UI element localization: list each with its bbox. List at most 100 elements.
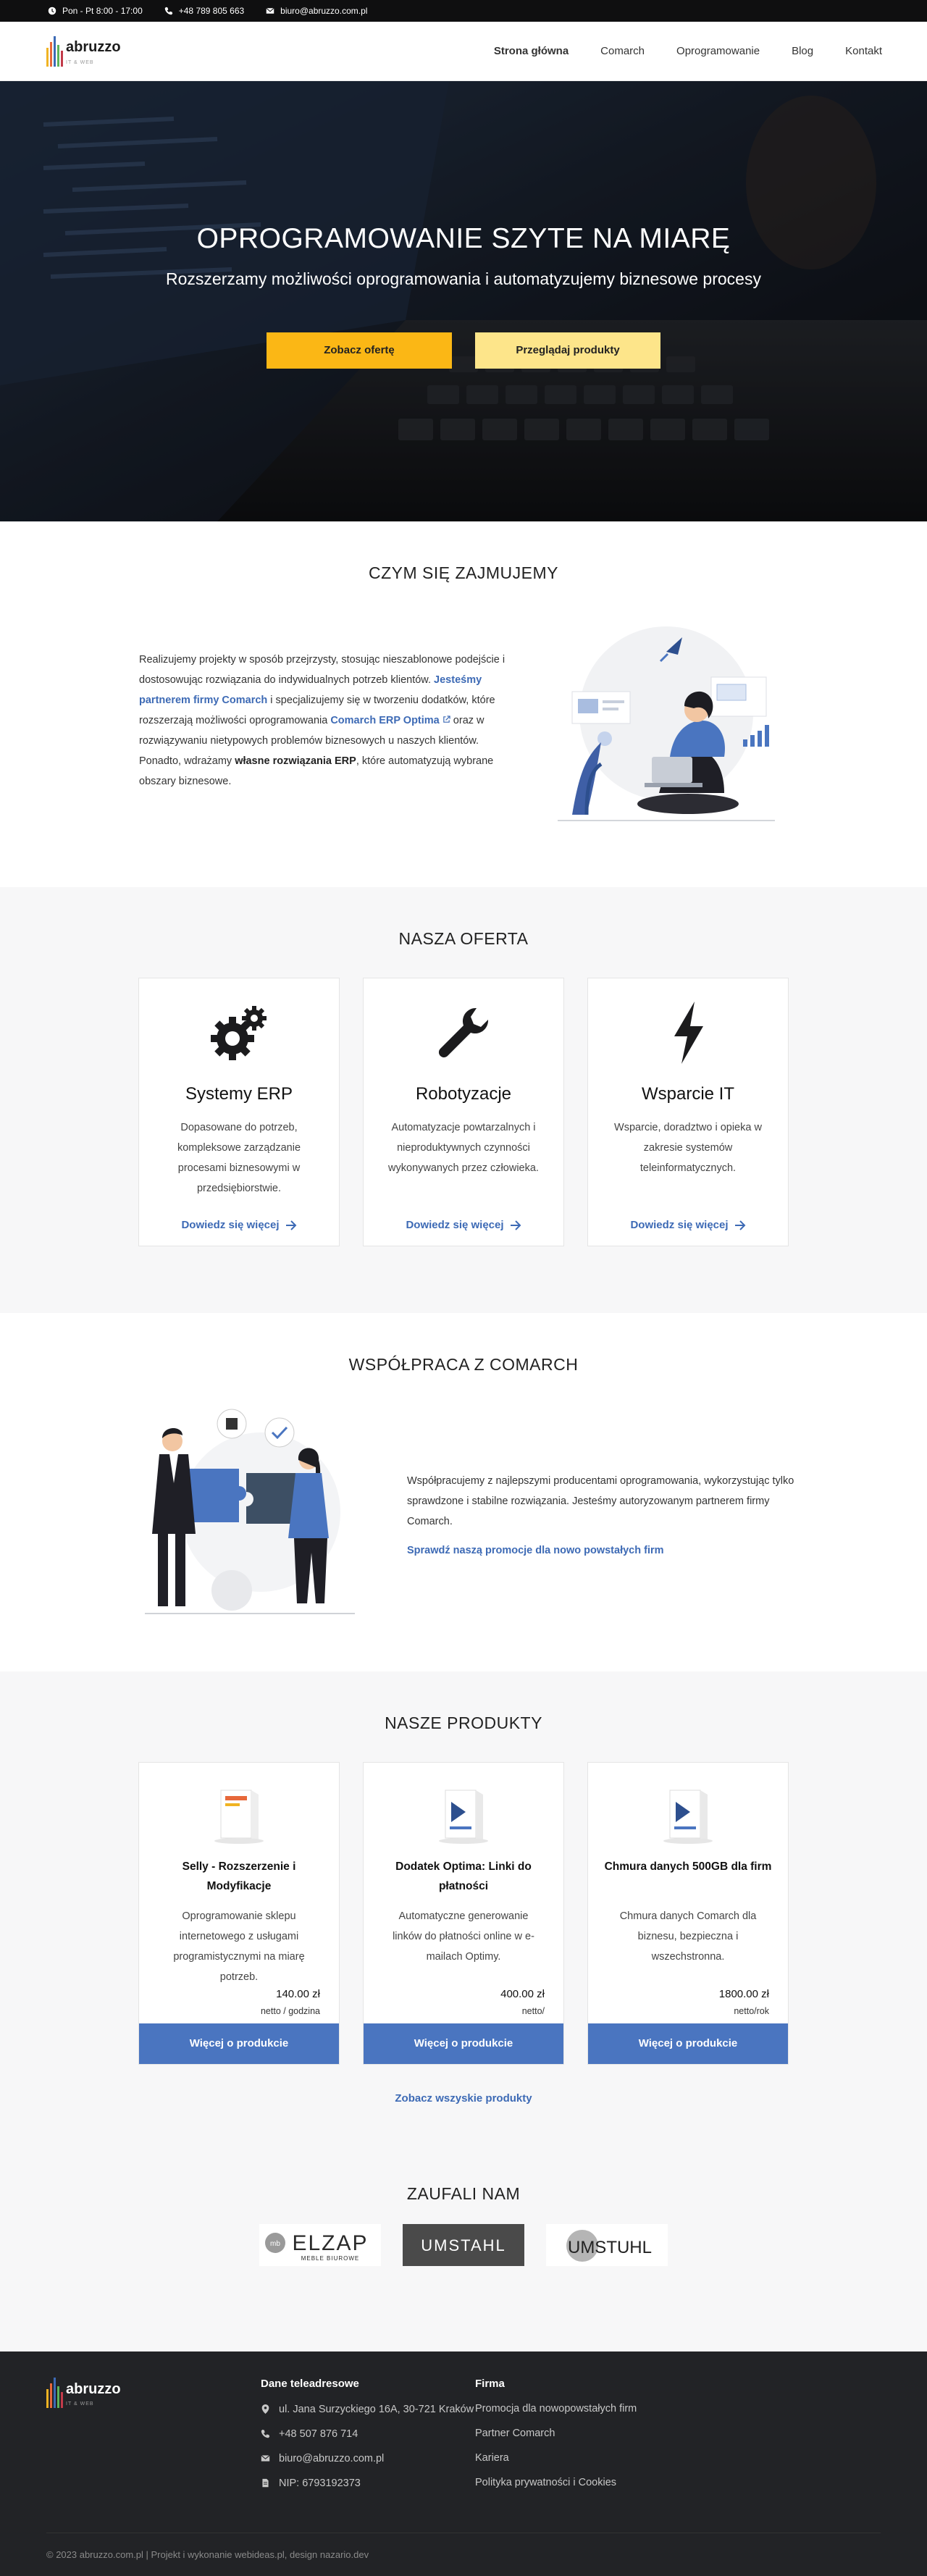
- learn-more-label[interactable]: Dowiedz się więcej: [406, 1219, 503, 1231]
- logo-bars-icon: [46, 2378, 63, 2408]
- browse-products-button[interactable]: Przeglądaj produkty: [475, 332, 660, 369]
- site-footer: abruzzo IT & WEB Dane teleadresowe ul. J…: [0, 2351, 927, 2576]
- logo-subtext: IT & WEB: [66, 2401, 94, 2407]
- comarch-cooperation-section: WSPÓŁPRACA Z COMARCH Współpracujemy z na…: [0, 1313, 927, 1671]
- learn-more-link[interactable]: Dowiedz się więcej: [181, 1219, 296, 1231]
- product-more-button[interactable]: Więcej o produkcie: [364, 2023, 563, 2064]
- products-title: NASZE PRODUKTY: [385, 1713, 542, 1732]
- bolt-icon: [674, 1002, 703, 1064]
- product-name: Selly - Rozszerzenie i Modyfikacje: [182, 1860, 296, 1892]
- product-name: Dodatek Optima: Linki do płatności: [395, 1860, 532, 1892]
- email-item[interactable]: biuro@abruzzo.com.pl: [266, 6, 367, 16]
- footer-email[interactable]: biuro@abruzzo.com.pl: [279, 2451, 384, 2467]
- product-description: Oprogramowanie sklepu internetowego z us…: [173, 1910, 305, 1983]
- startup-promo-link[interactable]: Sprawdź naszą promocje dla nowo powstały…: [407, 1540, 811, 1561]
- footer-phone[interactable]: +48 507 876 714: [279, 2426, 358, 2442]
- own-erp-bold: własne rozwiązania ERP: [235, 755, 356, 767]
- logo-word: abruzzo: [66, 2381, 121, 2397]
- product-box-image: [439, 1790, 488, 1844]
- product-price: 1800.00 zł: [718, 1988, 769, 2000]
- product-more-button[interactable]: Więcej o produkcie: [588, 2023, 788, 2064]
- cooperation-text: Współpracujemy z najlepszymi producentam…: [407, 1475, 794, 1527]
- product-more-button[interactable]: Więcej o produkcie: [139, 2023, 339, 2064]
- cooperation-title: WSPÓŁPRACA Z COMARCH: [348, 1355, 579, 1374]
- external-link-icon: [443, 716, 450, 723]
- learn-more-link[interactable]: Dowiedz się więcej: [406, 1219, 521, 1231]
- product-description: Chmura danych Comarch dla biznesu, bezpi…: [619, 1910, 757, 1963]
- hours-item: Pon - Pt 8:00 - 17:00: [48, 6, 143, 16]
- arrow-right-icon: [734, 1220, 745, 1230]
- umstahl-name: UMSTAHL: [421, 2236, 506, 2254]
- footer-copyright: © 2023 abruzzo.com.pl | Projekt i wykona…: [46, 2533, 881, 2576]
- hours-text: Pon - Pt 8:00 - 17:00: [62, 6, 143, 16]
- map-pin-icon: [261, 2404, 269, 2414]
- logo-subtext: IT & WEB: [66, 59, 94, 65]
- clock-icon: [48, 7, 56, 15]
- footer-contact-title: Dane teleadresowe: [261, 2378, 359, 2390]
- puzzle-team-illustration: [145, 1409, 355, 1614]
- site-logo[interactable]: abruzzo IT & WEB: [46, 35, 121, 67]
- view-offer-button[interactable]: Zobacz ofertę: [267, 332, 452, 369]
- footer-nip: NIP: 6793192373: [279, 2478, 361, 2489]
- partner-logo-umstuhl[interactable]: UMSTUHL: [546, 2224, 668, 2266]
- document-icon: [262, 2478, 269, 2488]
- email-text[interactable]: biuro@abruzzo.com.pl: [280, 6, 367, 16]
- wrench-icon: [438, 1007, 489, 1058]
- card-title: Robotyzacje: [415, 1084, 512, 1104]
- footer-link-promo[interactable]: Promocja dla nowopowstałych firm: [475, 2401, 637, 2416]
- nav-item-home[interactable]: Strona główna: [494, 45, 569, 57]
- arrow-right-icon: [510, 1220, 521, 1230]
- footer-link-privacy[interactable]: Polityka prywatności i Cookies: [475, 2475, 637, 2490]
- phone-icon: [164, 7, 172, 15]
- partner-logos: mb ELZAP MEBLE BIUROWE UMSTAHL UMSTUHL: [0, 2224, 927, 2301]
- learn-more-label[interactable]: Dowiedz się więcej: [630, 1219, 728, 1231]
- nav-item-contact[interactable]: Kontakt: [845, 45, 882, 57]
- hero-section: OPROGRAMOWANIE SZYTE NA MIARĘ Rozszerzam…: [0, 81, 927, 521]
- phone-item[interactable]: +48 789 805 663: [164, 6, 244, 16]
- footer-link-career[interactable]: Kariera: [475, 2451, 637, 2465]
- partner-logo-umstahl[interactable]: UMSTAHL: [403, 2224, 524, 2266]
- card-title: Wsparcie IT: [641, 1084, 734, 1104]
- top-bar: Pon - Pt 8:00 - 17:00 +48 789 805 663 bi…: [0, 0, 927, 22]
- learn-more-label[interactable]: Dowiedz się więcej: [181, 1219, 279, 1231]
- product-box-image: [214, 1790, 264, 1844]
- product-price: 400.00 zł: [500, 1988, 545, 2000]
- product-price-unit: netto/rok: [734, 2006, 769, 2016]
- footer-link-partner[interactable]: Partner Comarch: [475, 2426, 637, 2441]
- about-title: CZYM SIĘ ZAJMUJEMY: [368, 563, 558, 582]
- footer-firm-column: Firma Promocja dla nowopowstałych firm P…: [475, 2378, 637, 2500]
- nav-item-blog[interactable]: Blog: [792, 45, 813, 57]
- offer-card-it-support: Wsparcie IT Wsparcie, doradztwo i opieka…: [587, 978, 789, 1246]
- product-price: 140.00 zł: [276, 1988, 320, 2000]
- logo-bars-icon: [46, 35, 63, 67]
- footer-logo[interactable]: abruzzo IT & WEB: [46, 2378, 261, 2408]
- comarch-erp-optima-link[interactable]: Comarch ERP Optima: [330, 715, 439, 726]
- hero-laptop-background: [0, 81, 927, 521]
- elzap-tagline: MEBLE BIUROWE: [301, 2255, 360, 2262]
- footer-contact-column: Dane teleadresowe ul. Jana Surzyckiego 1…: [261, 2378, 475, 2500]
- card-description: Dopasowane do potrzeb, kompleksowe zarzą…: [177, 1122, 301, 1194]
- nav-item-software[interactable]: Oprogramowanie: [676, 45, 760, 57]
- hero-subtitle: Rozszerzamy możliwości oprogramowania i …: [166, 269, 761, 288]
- offer-card-erp: Systemy ERP Dopasowane do potrzeb, kompl…: [138, 978, 340, 1246]
- cooperation-text-block: Współpracujemy z najlepszymi producentam…: [407, 1471, 811, 1561]
- learn-more-link[interactable]: Dowiedz się więcej: [630, 1219, 745, 1231]
- phone-text[interactable]: +48 789 805 663: [179, 6, 244, 16]
- product-card-cloud-500gb: Chmura danych 500GB dla firm Chmura dany…: [587, 1762, 789, 2065]
- nav-item-comarch[interactable]: Comarch: [600, 45, 645, 57]
- hero-title: OPROGRAMOWANIE SZYTE NA MIARĘ: [196, 223, 731, 254]
- all-products-link[interactable]: Zobacz wszyskie produkty: [395, 2092, 532, 2105]
- envelope-icon: [266, 7, 274, 14]
- product-name: Chmura danych 500GB dla firm: [604, 1860, 772, 1873]
- elzap-name: ELZAP: [292, 2231, 368, 2255]
- card-description: Wsparcie, doradztwo i opieka w zakresie …: [614, 1122, 762, 1174]
- offer-title: NASZA OFERTA: [398, 929, 529, 948]
- offer-section: NASZA OFERTA Systemy ERP Dopasowane do p…: [0, 887, 927, 1313]
- product-price-unit: netto / godzina: [260, 2006, 320, 2016]
- card-description: Automatyzacje powtarzalnych i nieprodukt…: [388, 1122, 539, 1174]
- product-description: Automatyczne generowanie linków do płatn…: [393, 1910, 534, 1963]
- partner-logo-elzap[interactable]: mb ELZAP MEBLE BIUROWE: [259, 2224, 381, 2266]
- card-title: Systemy ERP: [185, 1084, 293, 1104]
- gears-icon: [211, 1006, 267, 1060]
- trusted-title: ZAUFALI NAM: [406, 2184, 521, 2203]
